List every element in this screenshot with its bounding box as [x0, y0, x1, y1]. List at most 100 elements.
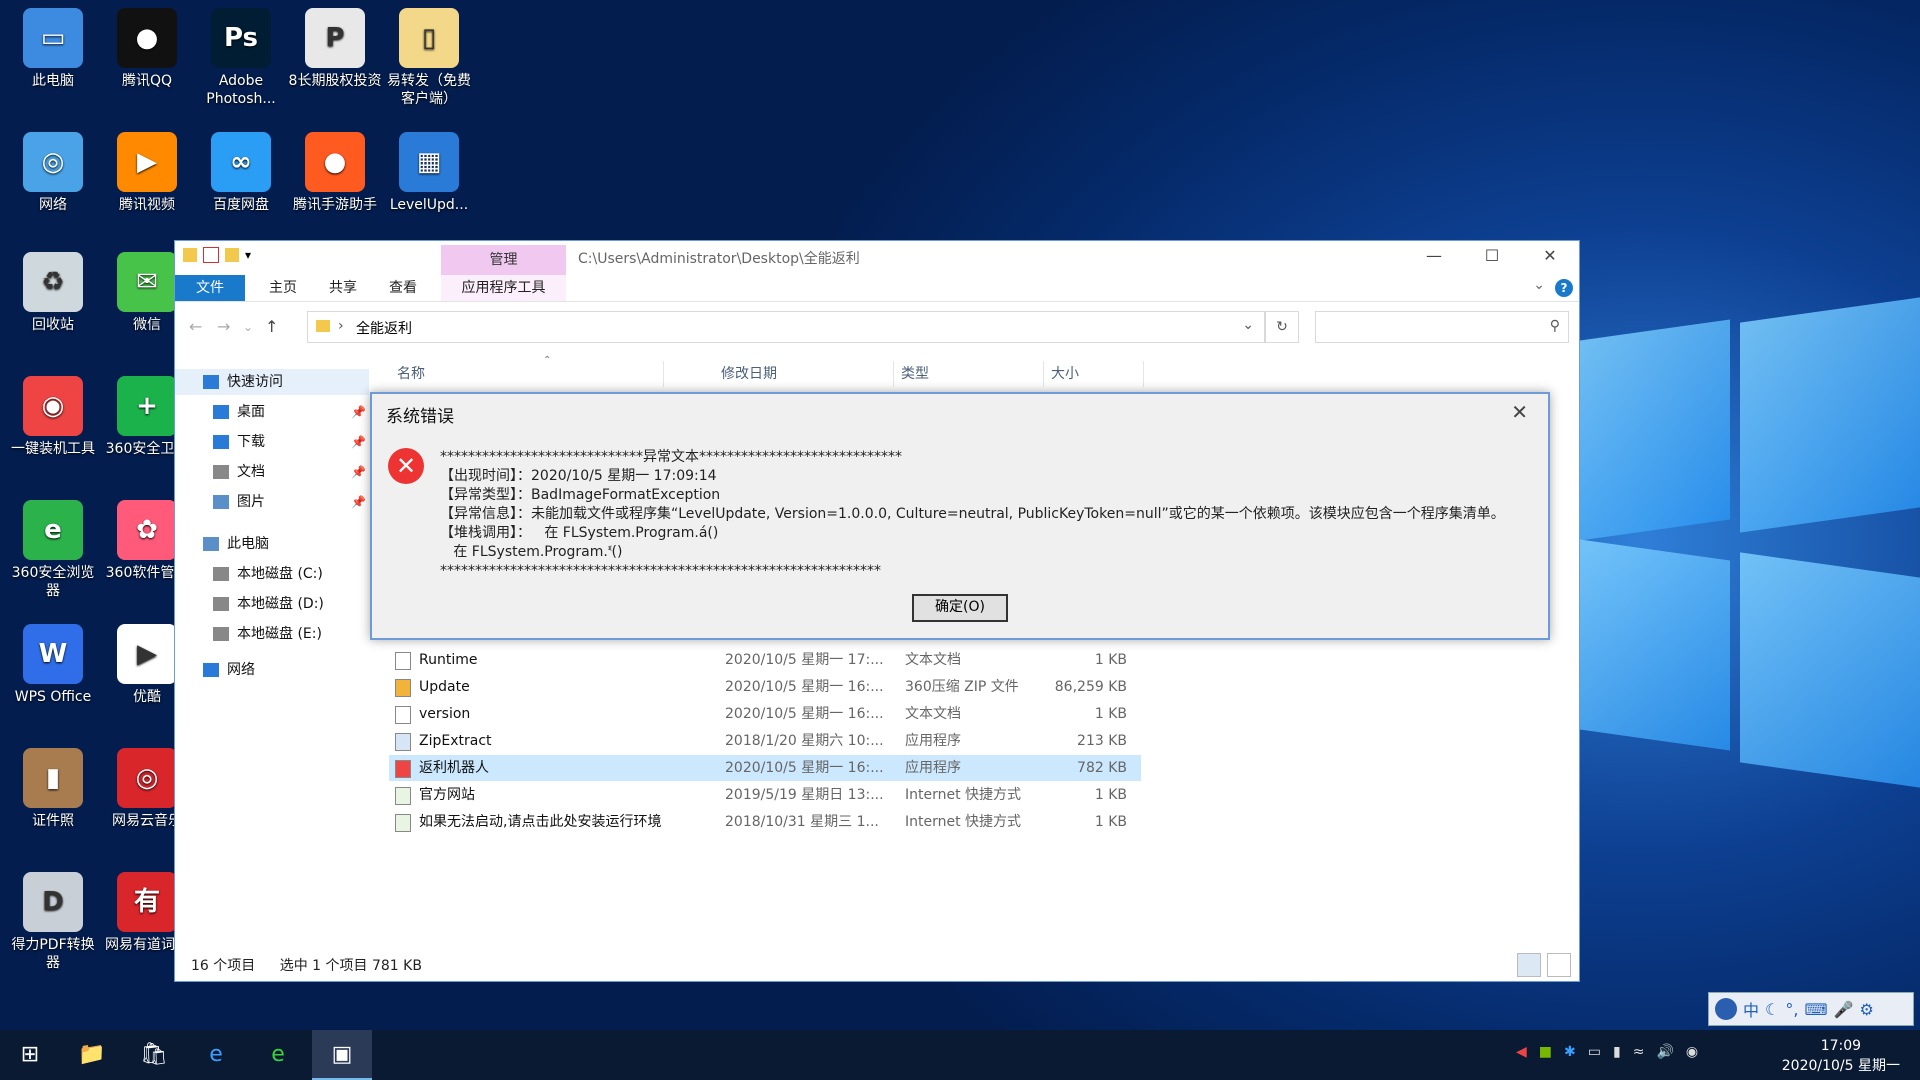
desktop-icon[interactable]: ♻ 回收站: [6, 252, 100, 334]
file-row[interactable]: 返利机器人 2020/10/5 星期一 16:... 应用程序 782 KB: [389, 755, 1141, 781]
file-row[interactable]: ZipExtract 2018/1/20 星期六 10:... 应用程序 213 KB: [389, 728, 1141, 754]
column-header-size[interactable]: 大小: [1043, 361, 1144, 387]
pin-icon[interactable]: 📌: [351, 495, 366, 509]
error-message: *****************************异常文本*******…: [440, 449, 1505, 579]
dialog-close-icon[interactable]: ✕: [1511, 400, 1528, 424]
file-type: 应用程序: [905, 733, 961, 749]
nav-item-label: 快速访问: [227, 374, 283, 390]
punctuation-icon[interactable]: °,: [1785, 1000, 1798, 1019]
nav-item[interactable]: 网络: [203, 657, 255, 683]
nav-item[interactable]: 此电脑: [203, 531, 269, 557]
speaker-red-icon[interactable]: ◀: [1516, 1044, 1527, 1060]
desktop-icon[interactable]: ◉ 一键装机工具: [6, 376, 100, 458]
folder-icon: ▯: [399, 8, 459, 68]
nav-item[interactable]: 本地磁盘 (D:): [213, 591, 324, 617]
nav-item[interactable]: 桌面: [213, 399, 265, 425]
desktop-icon[interactable]: P 8长期股权投资: [288, 8, 382, 90]
nav-item[interactable]: 图片: [213, 489, 265, 515]
up-icon[interactable]: ↑: [265, 317, 278, 336]
folder-icon[interactable]: [183, 248, 197, 262]
nav-item[interactable]: 本地磁盘 (E:): [213, 621, 322, 647]
file-row[interactable]: 官方网站 2019/5/19 星期日 13:... Internet 快捷方式 1 K…: [389, 782, 1141, 808]
app-window-taskbar-icon[interactable]: ▣: [312, 1030, 372, 1080]
pin-icon[interactable]: 📌: [351, 405, 366, 419]
desktop-icon[interactable]: ● 腾讯手游助手: [288, 132, 382, 214]
desktop-icon[interactable]: W WPS Office: [6, 624, 100, 706]
file-row[interactable]: Runtime 2020/10/5 星期一 17:... 文本文档 1 KB: [389, 647, 1141, 673]
device-icon[interactable]: ▭: [1588, 1044, 1601, 1060]
pin-icon[interactable]: 📌: [351, 435, 366, 449]
desktop-icon[interactable]: Ps Adobe Photosh...: [194, 8, 288, 108]
customize-dropdown-icon[interactable]: ▾: [245, 248, 255, 262]
back-icon[interactable]: ←: [189, 317, 202, 336]
360-security-icon: +: [117, 376, 177, 436]
tab-file[interactable]: 文件: [175, 275, 245, 301]
microphone-icon[interactable]: 🎤: [1834, 1000, 1854, 1019]
expand-ribbon-icon[interactable]: ⌄: [1533, 277, 1545, 293]
ok-button[interactable]: 确定(O): [912, 594, 1008, 622]
nav-item[interactable]: 下载: [213, 429, 265, 455]
breadcrumb[interactable]: 全能返利: [356, 318, 412, 338]
recent-locations-icon[interactable]: ⌄: [243, 320, 253, 334]
keyboard-icon[interactable]: ⌨: [1804, 1000, 1827, 1019]
desktop-icon-label: 8长期股权投资: [288, 73, 382, 89]
store-taskbar-icon[interactable]: 🛍: [124, 1030, 184, 1080]
column-header-date[interactable]: 修改日期: [713, 361, 894, 387]
help-icon[interactable]: ?: [1555, 279, 1573, 297]
properties-icon[interactable]: [203, 247, 219, 263]
360-browser-taskbar-icon[interactable]: e: [248, 1030, 308, 1080]
desktop-icon[interactable]: D 得力PDF转换器: [6, 872, 100, 972]
desktop-icon[interactable]: ◎ 网络: [6, 132, 100, 214]
new-folder-icon[interactable]: [225, 248, 239, 262]
tab-home[interactable]: 主页: [255, 275, 311, 301]
desktop-icon[interactable]: ▯ 易转发（免费客户端）: [382, 8, 476, 108]
nav-item[interactable]: 文档: [213, 459, 265, 485]
gear-icon[interactable]: ⚙: [1859, 1000, 1873, 1019]
desktop-icon[interactable]: ▦ LevelUpd...: [382, 132, 476, 214]
address-dropdown-icon[interactable]: ⌄: [1242, 317, 1254, 333]
start-icon[interactable]: ⊞: [0, 1030, 60, 1080]
computer-icon: [203, 537, 219, 551]
address-bar[interactable]: › 全能返利 ⌄: [307, 311, 1265, 343]
moon-icon[interactable]: ☾: [1765, 1000, 1779, 1019]
nvidia-icon[interactable]: ■: [1539, 1044, 1552, 1060]
file-explorer-taskbar-icon[interactable]: 📁: [62, 1030, 122, 1080]
desktop-icon[interactable]: ● 腾讯QQ: [100, 8, 194, 90]
pin-icon[interactable]: 📌: [351, 465, 366, 479]
tab-manage[interactable]: 管理: [441, 245, 566, 275]
search-input[interactable]: ⚲: [1315, 311, 1569, 343]
ie-taskbar-icon[interactable]: e: [186, 1030, 246, 1080]
battery-icon[interactable]: ▮: [1613, 1044, 1621, 1060]
column-header-name[interactable]: 名称: [389, 361, 664, 387]
desktop-icon[interactable]: ▮ 证件照: [6, 748, 100, 830]
desktop-icon[interactable]: e 360安全浏览器: [6, 500, 100, 600]
nav-item[interactable]: 本地磁盘 (C:): [213, 561, 323, 587]
volume-icon[interactable]: 🔊: [1656, 1044, 1673, 1060]
close-button[interactable]: ✕: [1521, 241, 1579, 271]
column-header-type[interactable]: 类型: [893, 361, 1044, 387]
file-row[interactable]: 如果无法启动,请点击此处安装运行环境 2018/10/31 星期三 1... Int…: [389, 809, 1141, 835]
large-icons-view-icon[interactable]: [1547, 953, 1571, 977]
drive-icon: [213, 567, 229, 581]
minimize-button[interactable]: —: [1405, 241, 1463, 271]
file-row[interactable]: version 2020/10/5 星期一 16:... 文本文档 1 KB: [389, 701, 1141, 727]
maximize-button[interactable]: ☐: [1463, 241, 1521, 271]
netease-music-icon: ◎: [117, 748, 177, 808]
ime-tray-icon[interactable]: ◉: [1686, 1044, 1698, 1060]
ime-language-toggle[interactable]: 中: [1743, 997, 1759, 1021]
nav-item[interactable]: 快速访问: [175, 369, 369, 395]
bluetooth-icon[interactable]: ✱: [1564, 1044, 1576, 1060]
wifi-icon[interactable]: ≈: [1633, 1044, 1645, 1060]
refresh-button[interactable]: ↻: [1265, 311, 1299, 343]
ime-logo-icon[interactable]: [1715, 998, 1737, 1020]
clock[interactable]: 17:09 2020/10/5 星期一: [1782, 1036, 1900, 1076]
tab-view[interactable]: 查看: [375, 275, 431, 301]
desktop-icon[interactable]: ▭ 此电脑: [6, 8, 100, 90]
details-view-icon[interactable]: [1516, 953, 1541, 977]
tab-share[interactable]: 共享: [315, 275, 371, 301]
desktop-icon[interactable]: ▶ 腾讯视频: [100, 132, 194, 214]
file-row[interactable]: Update 2020/10/5 星期一 16:... 360压缩 ZIP 文件 86…: [389, 674, 1141, 700]
desktop-icon[interactable]: ∞ 百度网盘: [194, 132, 288, 214]
forward-icon[interactable]: →: [217, 317, 230, 336]
tab-application-tools[interactable]: 应用程序工具: [441, 275, 566, 301]
